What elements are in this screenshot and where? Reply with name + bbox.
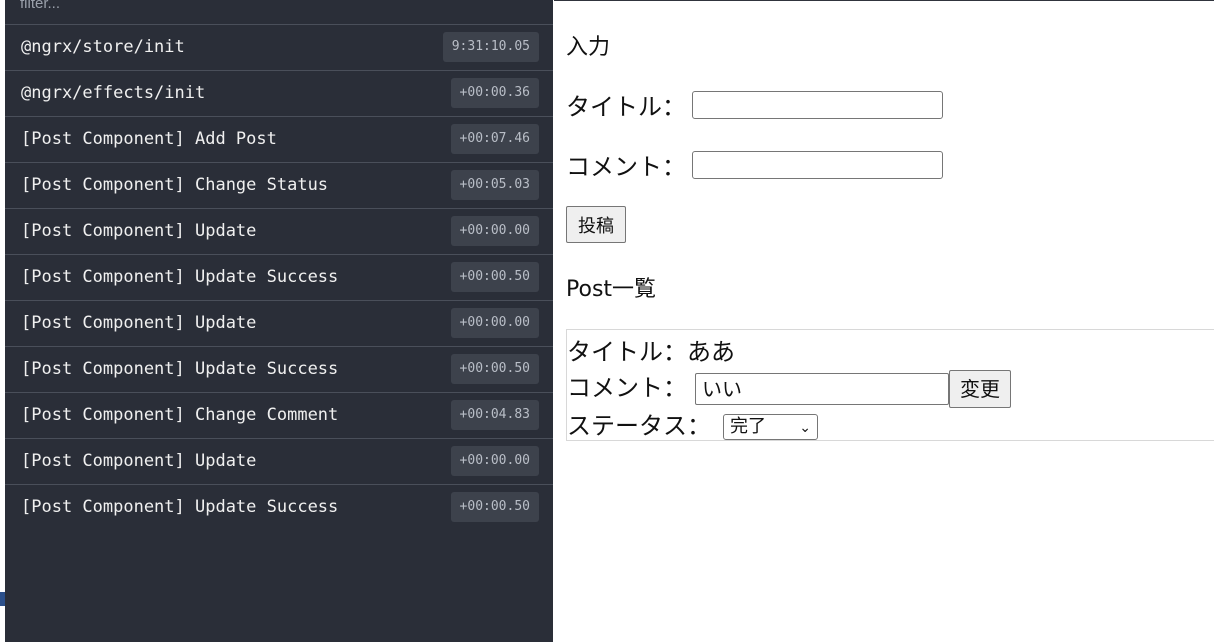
post-comment-input[interactable]: いい — [695, 373, 949, 405]
action-row[interactable]: [Post Component] Update +00:00.00 — [5, 208, 553, 254]
action-row[interactable]: [Post Component] Update Success +00:00.50 — [5, 346, 553, 392]
action-time-badge: +00:00.00 — [450, 216, 539, 246]
post-status-line: ステータス： 完了 ⌄ — [567, 406, 818, 441]
action-time-badge: +00:04.83 — [450, 400, 539, 430]
action-row[interactable]: [Post Component] Update +00:00.00 — [5, 438, 553, 484]
action-row[interactable]: [Post Component] Update Success +00:00.50 — [5, 484, 553, 530]
title-label: タイトル： — [566, 93, 686, 121]
post-title-line: タイトル：ああ — [567, 332, 735, 367]
action-name: [Post Component] Change Comment — [21, 405, 339, 425]
app-panel: 入力 タイトル： コメント： 投稿 Post一覧 タイトル：ああ コメント： いい… — [554, 0, 1214, 643]
post-button[interactable]: 投稿 — [566, 206, 626, 243]
action-row[interactable]: [Post Component] Update +00:00.00 — [5, 300, 553, 346]
post-title-label: タイトル： — [567, 338, 687, 366]
action-row[interactable]: @ngrx/effects/init +00:00.36 — [5, 70, 553, 116]
chevron-down-icon: ⌄ — [799, 420, 811, 436]
filter-input[interactable]: filter... — [20, 0, 540, 17]
action-name: [Post Component] Update — [21, 313, 257, 333]
redux-devtools-panel: filter... @ngrx/store/init 9:31:10.05 @ngr… — [5, 0, 553, 642]
comment-row: コメント： — [566, 147, 943, 182]
action-name: [Post Component] Update — [21, 221, 257, 241]
action-name: [Post Component] Update Success — [21, 359, 339, 379]
action-time-badge: +00:05.03 — [450, 170, 539, 200]
action-time-badge: +00:00.36 — [450, 78, 539, 108]
action-time-badge: +00:00.50 — [450, 492, 539, 522]
comment-label: コメント： — [566, 153, 686, 181]
action-name: @ngrx/effects/init — [21, 83, 206, 103]
input-heading: 入力 — [566, 35, 611, 60]
post-status-label: ステータス： — [567, 412, 711, 440]
status-select-value: 完了 — [730, 416, 766, 437]
change-button[interactable]: 変更 — [949, 370, 1011, 408]
action-name: [Post Component] Update Success — [21, 267, 339, 287]
action-row[interactable]: @ngrx/store/init 9:31:10.05 — [5, 24, 553, 70]
action-time-badge: 9:31:10.05 — [442, 32, 539, 62]
title-input[interactable] — [692, 90, 943, 119]
action-name: [Post Component] Update — [21, 451, 257, 471]
post-title-value: ああ — [687, 338, 735, 366]
action-row[interactable]: [Post Component] Change Status +00:05.03 — [5, 162, 553, 208]
action-name: [Post Component] Add Post — [21, 129, 277, 149]
post-comment-line: コメント： いい 変更 — [567, 368, 1011, 408]
status-select[interactable]: 完了 ⌄ — [723, 414, 818, 440]
action-name: [Post Component] Update Success — [21, 497, 339, 517]
action-name: [Post Component] Change Status — [21, 175, 329, 195]
action-name: @ngrx/store/init — [21, 37, 185, 57]
action-row[interactable]: [Post Component] Change Comment +00:04.83 — [5, 392, 553, 438]
post-list-heading: Post一覧 — [566, 277, 657, 302]
title-row: タイトル： — [566, 87, 943, 122]
post-item: タイトル：ああ コメント： いい 変更 ステータス： 完了 ⌄ — [566, 329, 1214, 441]
action-row[interactable]: [Post Component] Update Success +00:00.50 — [5, 254, 553, 300]
action-time-badge: +00:00.50 — [450, 354, 539, 384]
action-list: @ngrx/store/init 9:31:10.05 @ngrx/effects/… — [5, 24, 553, 530]
action-time-badge: +00:00.00 — [450, 446, 539, 476]
action-time-badge: +00:00.50 — [450, 262, 539, 292]
action-time-badge: +00:00.00 — [450, 308, 539, 338]
comment-input[interactable] — [692, 150, 943, 179]
action-time-badge: +00:07.46 — [450, 124, 539, 154]
action-row[interactable]: [Post Component] Add Post +00:07.46 — [5, 116, 553, 162]
post-comment-label: コメント： — [567, 374, 687, 402]
